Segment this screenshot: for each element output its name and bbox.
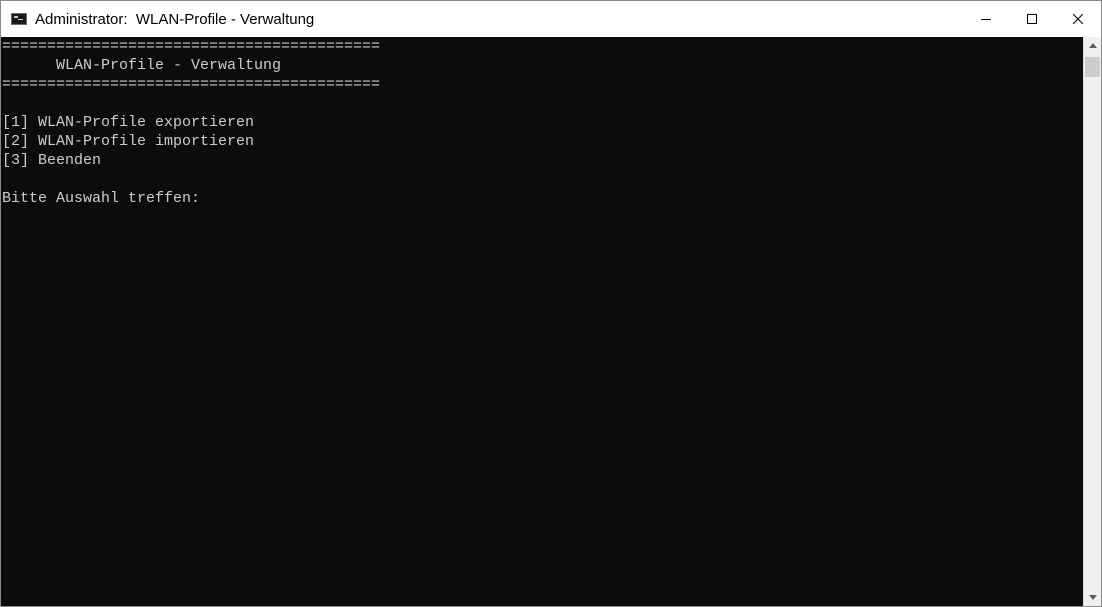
maximize-button[interactable]	[1009, 1, 1055, 37]
scroll-down-arrow-icon	[1088, 595, 1097, 600]
console-app-icon[interactable]	[11, 13, 27, 25]
console-heading: WLAN-Profile - Verwaltung	[2, 57, 282, 74]
vertical-scrollbar[interactable]	[1083, 37, 1101, 606]
window-controls	[963, 1, 1101, 37]
selection-prompt[interactable]: Bitte Auswahl treffen:	[1, 189, 1083, 208]
console-separator-bottom: ========================================…	[2, 76, 381, 93]
console-window: Administrator: WLAN-Profile - Verwaltung	[0, 0, 1102, 607]
title-bar[interactable]: Administrator: WLAN-Profile - Verwaltung	[1, 1, 1101, 37]
menu-option-exit: [3] Beenden	[2, 152, 102, 169]
close-button[interactable]	[1055, 1, 1101, 37]
console-separator-top: ========================================…	[2, 38, 381, 55]
maximize-icon	[1027, 14, 1037, 24]
minimize-icon	[981, 19, 991, 20]
scrollbar-thumb[interactable]	[1085, 57, 1100, 77]
minimize-button[interactable]	[963, 1, 1009, 37]
console-output[interactable]: ========================================…	[1, 37, 1083, 606]
menu-option-import: [2] WLAN-Profile importieren	[2, 133, 255, 150]
close-icon	[1073, 14, 1083, 24]
scroll-up-button[interactable]	[1084, 37, 1101, 54]
window-title: Administrator: WLAN-Profile - Verwaltung	[35, 10, 315, 28]
scroll-up-arrow-icon	[1088, 43, 1097, 48]
menu-option-export: [1] WLAN-Profile exportieren	[2, 114, 255, 131]
scroll-down-button[interactable]	[1084, 589, 1101, 606]
